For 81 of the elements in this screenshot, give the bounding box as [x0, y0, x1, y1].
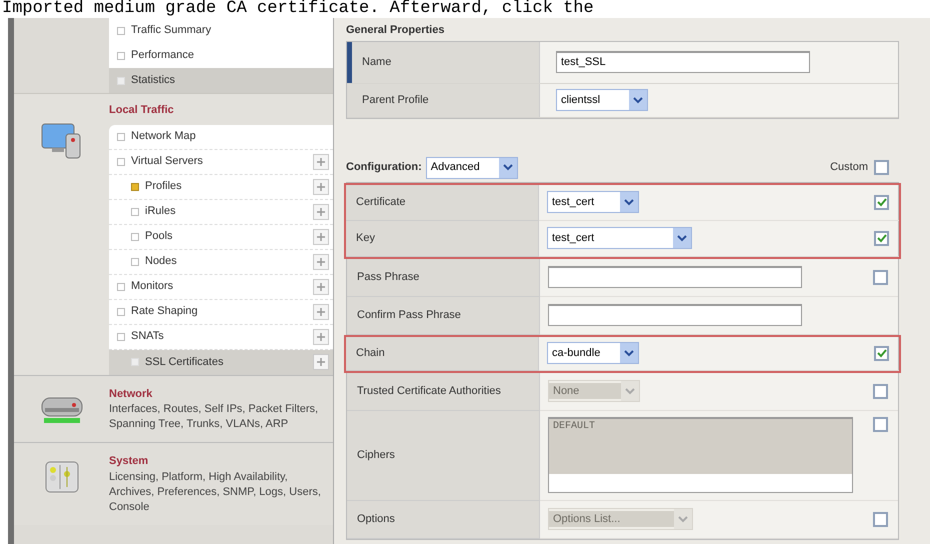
add-button[interactable]: [313, 228, 329, 244]
menu-item[interactable]: Network Map: [109, 124, 333, 150]
plus-icon: [317, 258, 325, 266]
text-input[interactable]: [548, 304, 802, 326]
checkbox[interactable]: [874, 194, 889, 210]
plus-icon: [317, 308, 325, 316]
section-heading: General Properties: [346, 23, 446, 38]
field-label: Confirm Pass Phrase: [347, 296, 540, 334]
bullet-icon: [131, 358, 139, 366]
menu-label: Pools: [145, 229, 173, 244]
dropdown[interactable]: test_cert: [547, 227, 692, 249]
field-label: Trusted Certificate Authorities: [347, 372, 540, 410]
dropdown[interactable]: ca-bundle: [547, 342, 639, 364]
menu-label: SSL Certificates: [145, 354, 224, 370]
menu-label: iRules: [145, 204, 176, 220]
add-button[interactable]: [313, 178, 329, 194]
control-panel-icon: [44, 461, 78, 493]
menu-label: Network Map: [131, 129, 196, 144]
dropdown[interactable]: test_cert: [547, 191, 639, 213]
menu-item[interactable]: Nodes: [109, 250, 333, 274]
add-button[interactable]: [313, 328, 329, 344]
dropdown[interactable]: clientssl: [556, 89, 648, 111]
bullet-icon: [117, 52, 125, 60]
checkmark-icon: [876, 234, 886, 242]
menu-item[interactable]: Pools: [109, 224, 333, 250]
dropdown[interactable]: Advanced: [426, 156, 518, 178]
menu-label: Rate Shaping: [131, 304, 198, 320]
menu-item[interactable]: iRules: [109, 200, 333, 224]
caption-text: Imported medium grade CA certificate. Afterward, click the: [1, 0, 595, 18]
field-label: Name: [347, 42, 540, 82]
checkbox[interactable]: [874, 346, 889, 360]
menu-label: Virtual Servers: [131, 154, 203, 170]
section-title[interactable]: Local Traffic: [109, 102, 333, 118]
menu-label: Traffic Summary: [131, 23, 212, 38]
plus-icon: [317, 282, 325, 290]
field-label: Key: [346, 220, 539, 256]
custom-label: Custom: [830, 160, 868, 176]
menu-item[interactable]: Statistics: [109, 68, 333, 93]
checkbox[interactable]: [874, 160, 889, 175]
checkbox[interactable]: [873, 270, 888, 284]
menu-item[interactable]: Monitors: [109, 274, 333, 300]
add-button[interactable]: [313, 354, 329, 370]
section-description: Interfaces, Routes, Self IPs, Packet Filters, Spanning Tree, Trunks, VLANs, ARP: [109, 402, 320, 432]
bullet-icon: [117, 26, 125, 34]
section-title[interactable]: System: [109, 453, 329, 470]
plus-icon: [317, 158, 325, 166]
menu-item[interactable]: SSL Certificates: [109, 350, 333, 374]
add-button[interactable]: [313, 204, 329, 220]
field-label: Chain: [346, 336, 539, 370]
checkbox[interactable]: [874, 230, 889, 246]
add-button[interactable]: [313, 154, 329, 170]
field-label: Certificate: [346, 184, 539, 220]
plus-icon: [317, 182, 325, 190]
text-input[interactable]: [548, 266, 802, 288]
menu-item[interactable]: Virtual Servers: [109, 150, 333, 174]
menu-label: Performance: [131, 48, 194, 64]
menu-item[interactable]: Profiles: [109, 174, 333, 200]
plus-icon: [317, 332, 325, 340]
field-label: Pass Phrase: [347, 258, 540, 296]
checkmark-icon: [876, 348, 886, 358]
field-label: Ciphers: [347, 410, 540, 500]
bullet-icon: [117, 76, 125, 84]
menu-label: Monitors: [131, 279, 174, 294]
add-button[interactable]: [313, 254, 329, 270]
plus-icon: [317, 358, 325, 366]
menu-label: Statistics: [131, 73, 176, 88]
menu-label: Nodes: [145, 254, 177, 270]
section-title[interactable]: Network: [109, 386, 329, 402]
menu-label: Profiles: [145, 179, 182, 194]
add-button[interactable]: [313, 278, 329, 294]
plus-icon: [317, 232, 325, 240]
section-description: Licensing, Platform, High Availability, Archives, Preferences, SNMP, Logs, Users, Console: [109, 470, 322, 514]
field-label: Options: [347, 500, 540, 538]
text-input[interactable]: test_SSL: [556, 51, 810, 73]
configuration-label: Configuration:: [346, 160, 422, 176]
checkmark-icon: [876, 198, 886, 206]
field-label: Parent Profile: [347, 84, 540, 116]
add-button[interactable]: [313, 304, 329, 320]
menu-label: SNATs: [131, 329, 164, 344]
menu-item[interactable]: Rate Shaping: [109, 300, 333, 324]
plus-icon: [317, 208, 325, 216]
